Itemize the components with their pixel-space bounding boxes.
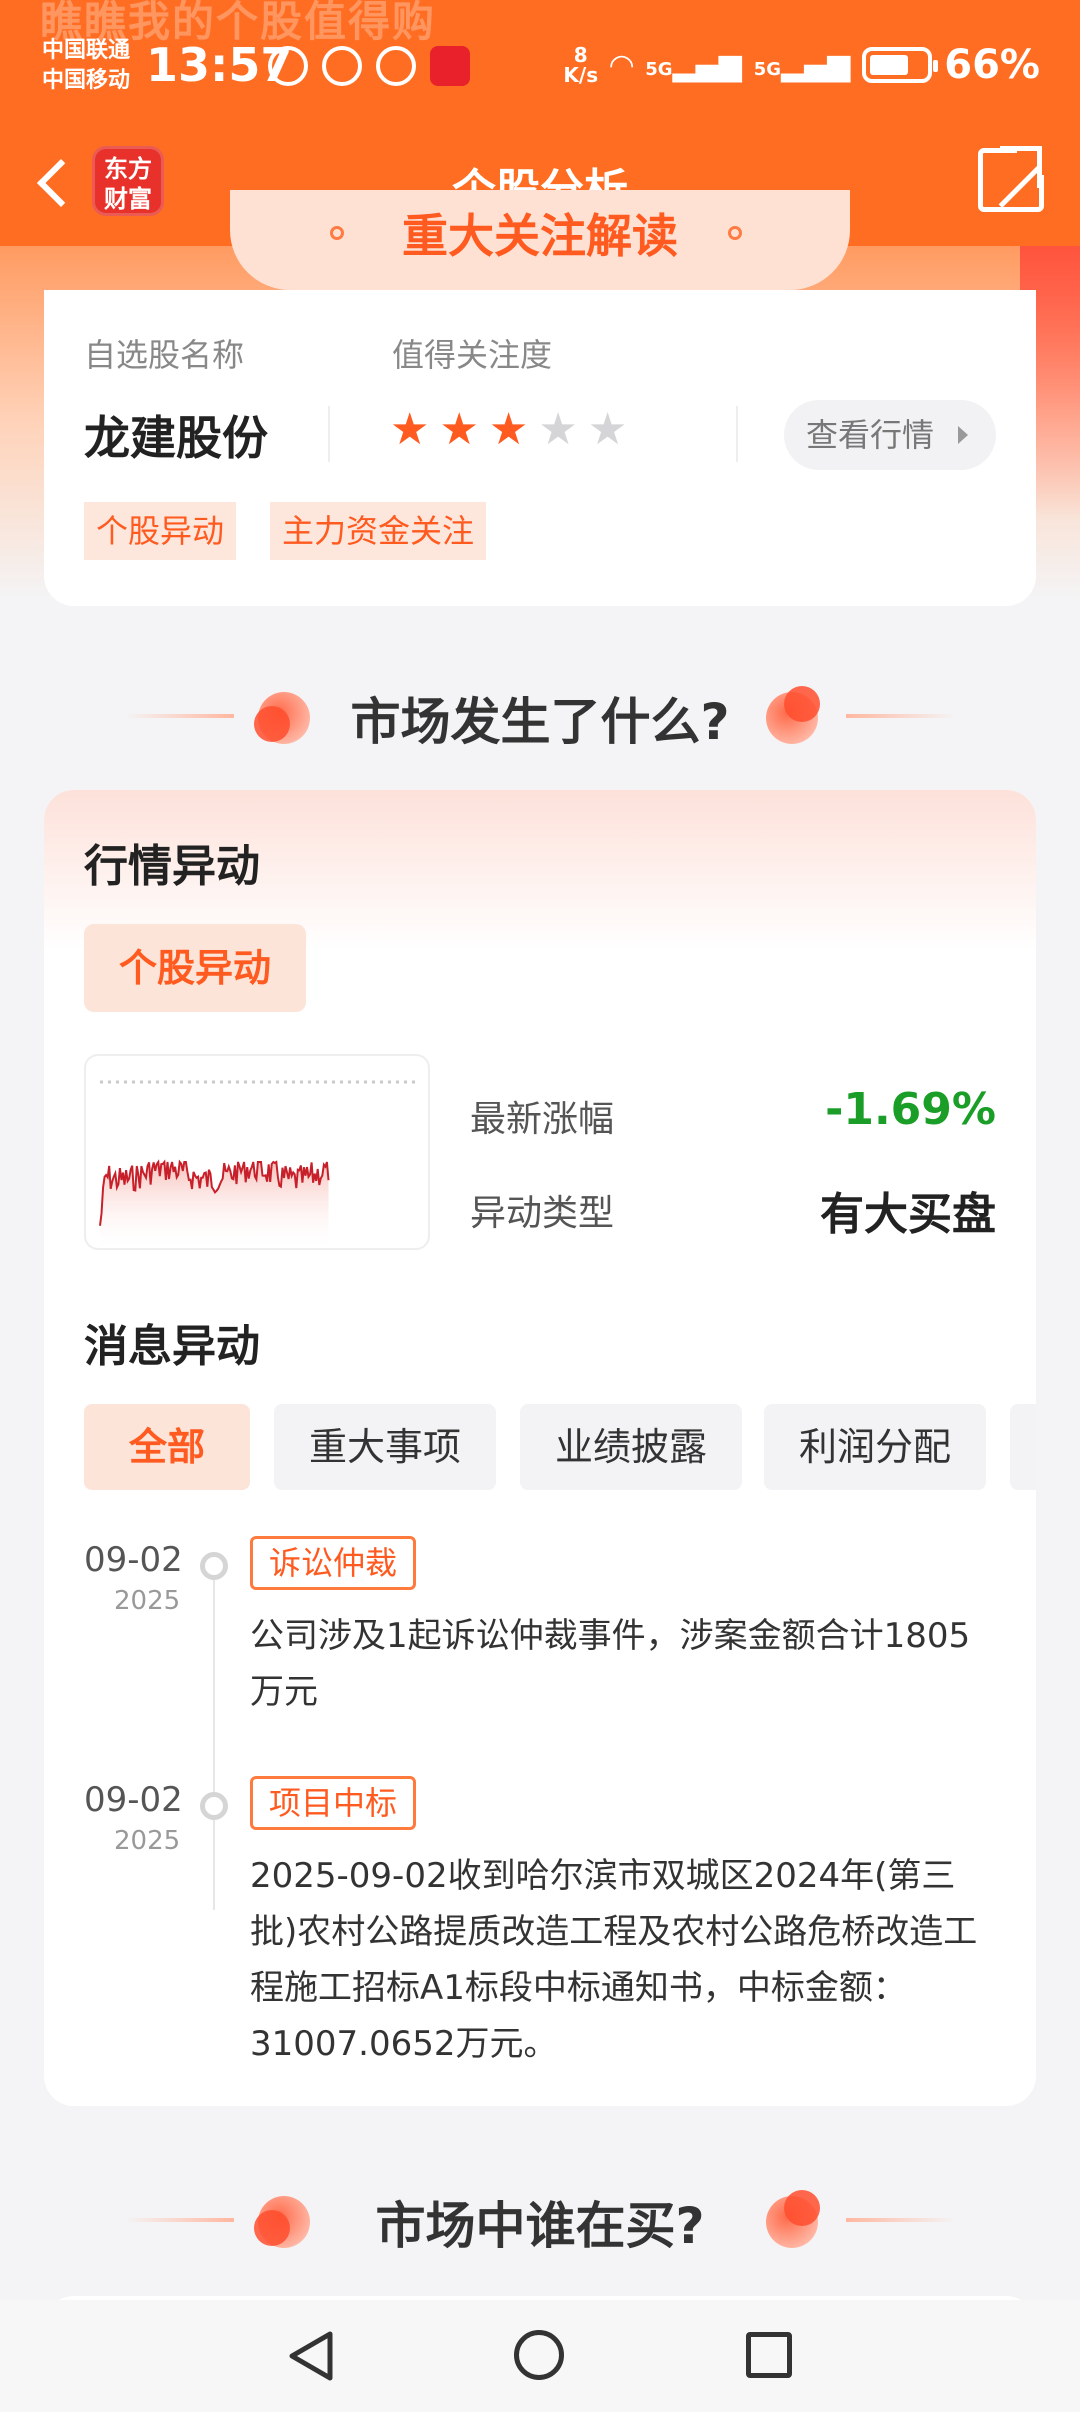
status-bar: 中国联通 中国移动 13:57 8 K/s ◠ 5G▂▄▆ 5G▂▄▆ 66%	[0, 30, 1080, 110]
battery-percent: 66%	[944, 42, 1040, 88]
news-text: 公司涉及1起诉讼仲裁事件，涉案金额合计1805万元	[250, 1616, 971, 1712]
nav-back-icon[interactable]	[284, 2328, 340, 2384]
wifi-icon: ◠	[610, 47, 634, 83]
tag-main-fund: 主力资金关注	[270, 502, 487, 560]
market-anomaly-title: 行情异动	[84, 841, 260, 892]
stock-name-label: 自选股名称	[84, 336, 245, 374]
signal-1-icon: 5G▂▄▆	[645, 47, 742, 83]
nav-home-icon[interactable]	[514, 2330, 564, 2380]
carrier-names: 中国联通 中国移动	[42, 36, 130, 96]
attention-label: 值得关注度	[392, 336, 553, 374]
timeline-line	[213, 1580, 215, 1910]
star-filled-icon: ★	[390, 404, 430, 455]
section-heading-who-buying: 市场中谁在买?	[0, 2180, 1080, 2260]
filter-tab-more[interactable]	[1010, 1404, 1036, 1490]
anomaly-type-label: 异动类型	[470, 1193, 615, 1234]
signal-1-label: 5G	[645, 58, 673, 80]
stock-anomaly-chip[interactable]: 个股异动	[84, 924, 306, 1012]
news-anomaly-title: 消息异动	[84, 1321, 260, 1372]
eye-icon	[268, 46, 308, 86]
alarm-icon	[322, 46, 362, 86]
filter-tab-profit-distribution[interactable]: 利润分配	[764, 1404, 986, 1490]
system-navigation-bar	[0, 2300, 1080, 2412]
news-year: 2025	[114, 1826, 181, 1856]
star-filled-icon: ★	[488, 404, 529, 455]
divider	[736, 406, 738, 462]
latest-change-value: -1.69%	[825, 1084, 996, 1135]
deco-circle-right-icon	[728, 226, 742, 240]
news-filter-tabs: 全部 重大事项 业绩披露 利润分配	[84, 1404, 1036, 1490]
news-year: 2025	[114, 1586, 181, 1616]
heading-ball-right-accent-icon	[784, 686, 820, 722]
net-speed: 8 K/s	[563, 45, 598, 85]
carrier-1: 中国联通	[42, 38, 131, 63]
news-date: 09-02	[84, 1540, 183, 1580]
star-empty-icon: ★	[538, 404, 578, 455]
signal-2-label: 5G	[753, 58, 782, 80]
heading-line-right	[846, 714, 956, 718]
star-filled-icon: ★	[439, 404, 479, 455]
attention-stars: ★ ★ ★ ★ ★	[390, 408, 627, 452]
filter-tab-all[interactable]: 全部	[84, 1404, 250, 1490]
signal-2-icon: 5G▂▄▆	[753, 47, 851, 83]
timeline-dot	[200, 1792, 228, 1820]
filter-tab-earnings[interactable]: 业绩披露	[520, 1404, 742, 1490]
heading-line-right	[846, 2218, 956, 2222]
divider	[328, 406, 330, 462]
tag-stock-anomaly: 个股异动	[84, 502, 237, 560]
summary-card: 自选股名称 值得关注度 龙建股份 ★ ★ ★ ★ ★ 查看行情 个股异动 主力资金关注	[44, 290, 1036, 606]
stock-name: 龙建股份	[84, 411, 268, 465]
intraday-mini-chart	[84, 1054, 430, 1250]
status-right: 8 K/s ◠ 5G▂▄▆ 5G▂▄▆ 66%	[563, 42, 1040, 88]
section-title: 市场发生了什么?	[350, 693, 730, 751]
timeline-dot	[200, 1552, 228, 1580]
highlight-title: 重大关注解读	[402, 209, 678, 263]
news-date: 09-02	[84, 1780, 183, 1820]
carrier-2: 中国移动	[42, 68, 131, 93]
section-heading-what-happened: 市场发生了什么?	[0, 676, 1080, 756]
filter-tab-major-events[interactable]: 重大事项	[274, 1404, 496, 1490]
net-speed-unit: K/s	[563, 63, 599, 87]
latest-change-label: 最新涨幅	[470, 1099, 615, 1140]
anomaly-type-value: 有大买盘	[820, 1189, 996, 1240]
nav-recents-icon[interactable]	[746, 2332, 792, 2378]
securities-app-icon	[430, 46, 470, 86]
view-quote-button[interactable]: 查看行情	[784, 400, 996, 470]
net-speed-value: 8	[573, 43, 588, 67]
deco-circle-left-icon	[330, 226, 344, 240]
status-icons	[268, 46, 470, 86]
news-tag: 诉讼仲裁	[250, 1536, 417, 1590]
market-card: 行情异动 个股异动 最新涨幅 -1.69% 异动类型 有大买盘 消息异动 全部 …	[44, 790, 1036, 2106]
mini-chart-svg	[99, 1080, 420, 1248]
battery-icon	[862, 47, 939, 83]
star-empty-icon: ★	[587, 404, 628, 455]
section-title: 市场中谁在买?	[375, 2197, 705, 2255]
news-tag: 项目中标	[250, 1776, 417, 1830]
heading-ball-right-accent-icon	[784, 2190, 820, 2226]
news-text: 2025-09-02收到哈尔滨市双城区2024年(第三批)农村公路提质改造工程及…	[250, 1856, 978, 2064]
heart-app-icon	[376, 46, 416, 86]
